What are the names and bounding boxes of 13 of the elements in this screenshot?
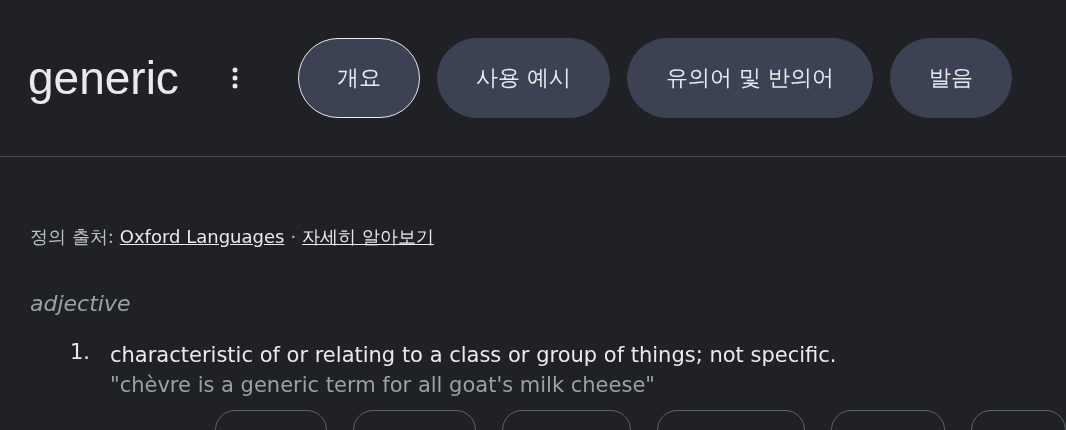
tab[interactable]: 사용 예시 — [437, 38, 610, 118]
word-class: adjective — [30, 291, 132, 316]
example-text: "chèvre is a generic term for all goat's milk cheese" — [110, 372, 656, 399]
tab[interactable]: 발음 — [890, 38, 1012, 118]
learn-more-link[interactable]: 자세히 알아보기 — [302, 225, 434, 249]
word-title: generic — [28, 51, 180, 105]
definition-number: 1. — [70, 340, 92, 366]
definition-text: characteristic of or relating to a class or group of things; not specific. — [110, 342, 837, 369]
tab[interactable]: 유의어 및 반의어 — [627, 38, 873, 118]
source-link[interactable]: Oxford Languages — [119, 226, 285, 247]
tab[interactable]: 개요 — [298, 38, 420, 118]
separator: · — [290, 226, 297, 247]
source-label: 정의 출처: — [30, 225, 114, 249]
